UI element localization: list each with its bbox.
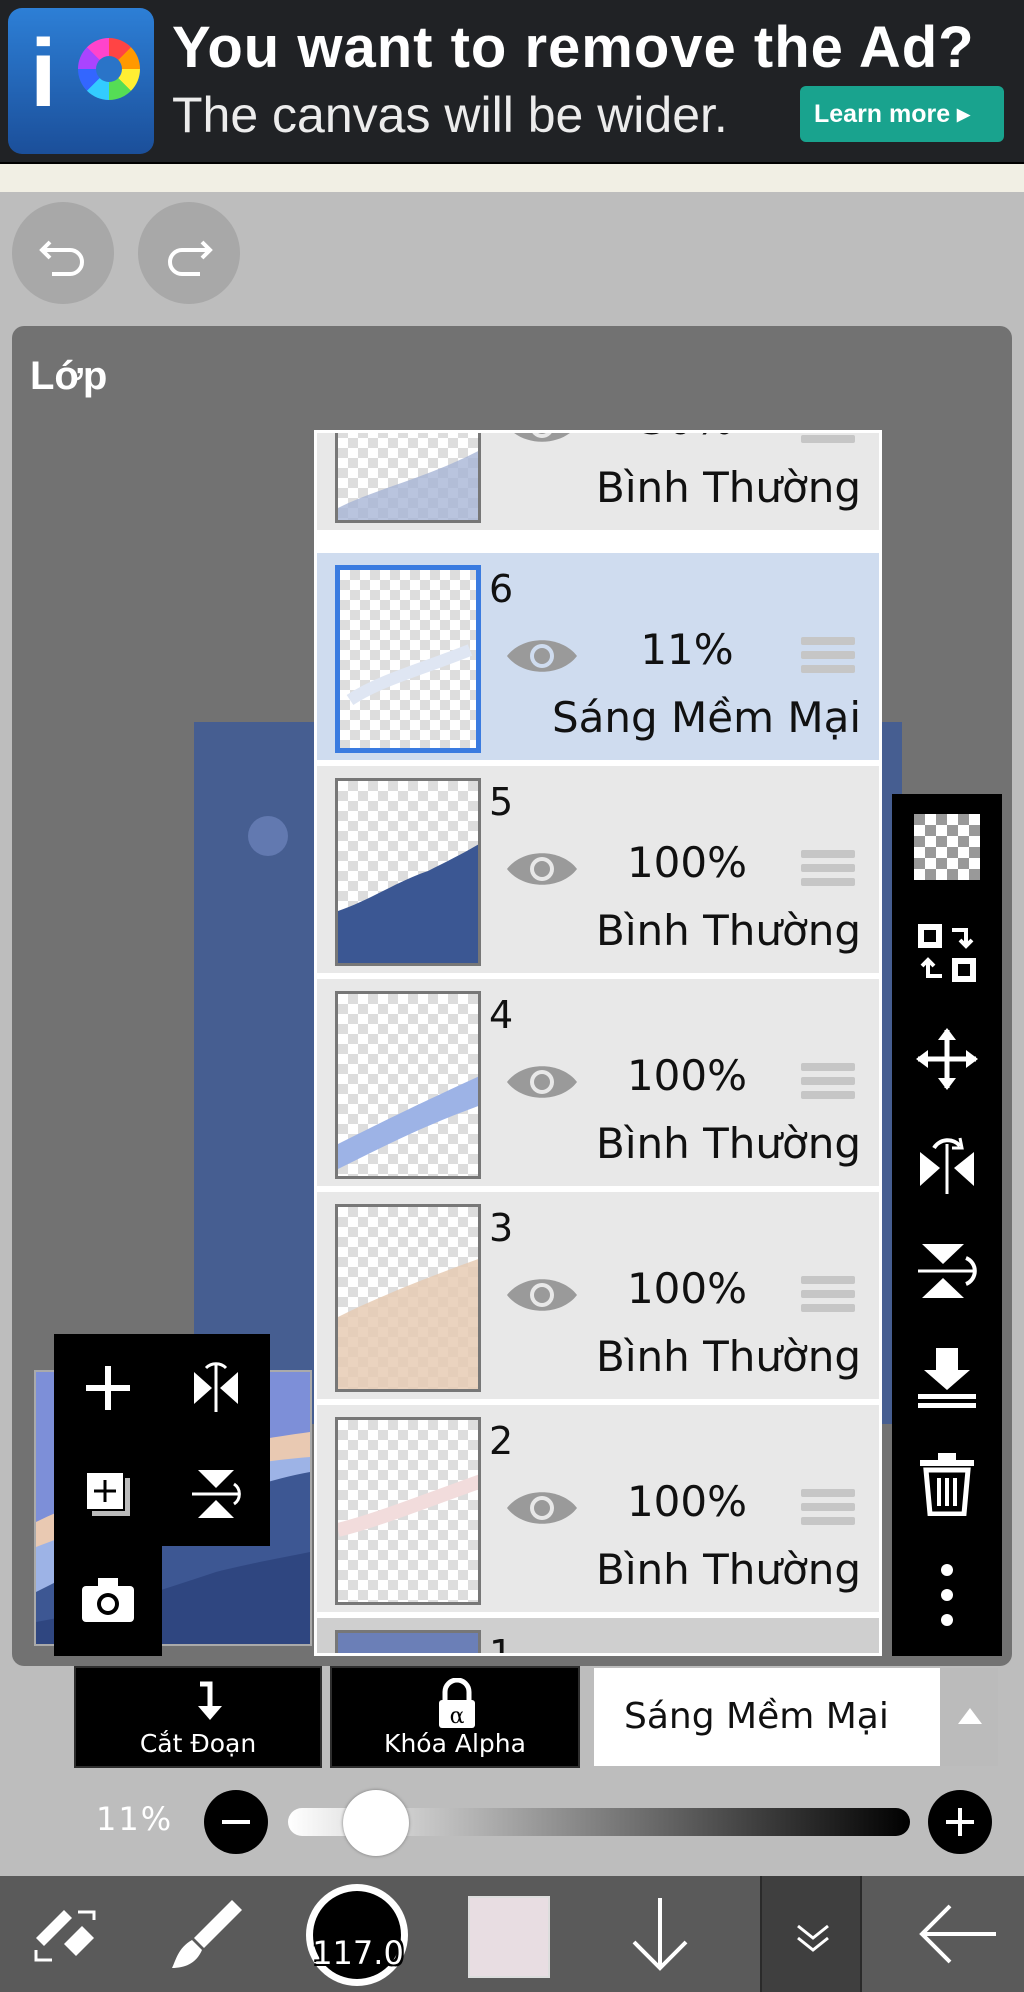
double-chevron-down-icon (797, 1924, 829, 1952)
layer-thumbnail (335, 1630, 481, 1653)
transform-icon[interactable] (914, 920, 980, 986)
layer-blend-mode: Bình Thường (596, 1332, 861, 1381)
alpha-lock-icon: α (439, 1678, 475, 1729)
clipping-label: Cắt Đoạn (139, 1729, 257, 1758)
checkerboard-icon[interactable] (914, 814, 980, 880)
color-swatch[interactable] (468, 1896, 550, 1978)
flip-vertical-icon[interactable] (186, 1464, 246, 1524)
add-copy-icon[interactable] (78, 1464, 138, 1524)
layer-action-toolbar (892, 794, 1002, 1656)
opacity-value: 11% (96, 1800, 174, 1838)
flip-horizontal-icon[interactable] (186, 1358, 246, 1418)
layer-row[interactable]: 30% Bình Thường (317, 430, 879, 533)
minus-icon (222, 1820, 250, 1824)
expand-button[interactable] (760, 1876, 862, 1992)
visibility-eye-icon[interactable] (505, 1485, 579, 1531)
visibility-eye-icon[interactable] (505, 1272, 579, 1318)
layer-row[interactable]: 2 100% Bình Thường (317, 1405, 879, 1615)
visibility-eye-icon[interactable] (505, 430, 579, 449)
camera-tool (54, 1546, 162, 1656)
layer-row[interactable]: 1 (317, 1618, 879, 1656)
camera-icon[interactable] (78, 1570, 138, 1630)
layer-thumbnail (335, 991, 481, 1179)
merge-down-icon[interactable] (914, 1344, 980, 1410)
opacity-slider-handle[interactable] (343, 1790, 410, 1856)
svg-text:α: α (450, 1704, 465, 1729)
layer-number: 1 (489, 1632, 514, 1656)
layer-opacity: 100% (626, 1264, 748, 1313)
drag-handle-icon[interactable] (801, 1276, 855, 1320)
layer-number: 4 (489, 993, 514, 1037)
chevron-up-icon[interactable] (940, 1668, 998, 1766)
visibility-eye-icon[interactable] (505, 1059, 579, 1105)
ad-title: You want to remove the Ad? (172, 15, 975, 80)
ad-divider (0, 162, 1024, 192)
visibility-eye-icon[interactable] (505, 846, 579, 892)
decrease-opacity-button[interactable] (204, 1790, 268, 1854)
layer-number: 5 (489, 780, 514, 824)
layer-number: 2 (489, 1419, 514, 1463)
layer-row[interactable]: 4 100% Bình Thường (317, 979, 879, 1189)
move-icon[interactable] (914, 1026, 980, 1092)
layer-thumbnail (335, 1204, 481, 1392)
layer-row[interactable]: 5 100% Bình Thường (317, 766, 879, 976)
ad-banner[interactable]: i You want to remove the Ad? The canvas … (0, 0, 1024, 162)
blend-mode-select[interactable]: Sáng Mềm Mại (594, 1668, 940, 1766)
undo-button[interactable] (12, 202, 114, 304)
trash-icon[interactable] (914, 1450, 980, 1516)
ad-subtitle: The canvas will be wider. (172, 87, 728, 143)
more-vertical-icon[interactable] (914, 1562, 980, 1628)
layer-opacity: 100% (626, 838, 748, 887)
arrow-down-icon[interactable] (620, 1876, 700, 1992)
layer-thumbnail (335, 778, 481, 966)
redo-button[interactable] (138, 202, 240, 304)
learn-more-label: Learn more (814, 100, 951, 128)
panel-title: Lớp (30, 354, 108, 398)
layer-blend-mode: Bình Thường (596, 463, 861, 512)
increase-opacity-button[interactable] (928, 1790, 992, 1854)
layer-blend-mode: Sáng Mềm Mại (551, 693, 861, 742)
brush-icon[interactable] (162, 1876, 252, 1992)
ibispaint-logo: i (8, 8, 154, 154)
layer-opacity: 11% (640, 625, 734, 674)
layer-blend-mode: Bình Thường (596, 906, 861, 955)
tool-switch-icon[interactable] (24, 1876, 104, 1992)
undo-icon (39, 240, 84, 276)
layer-blend-mode: Bình Thường (596, 1545, 861, 1594)
layer-number: 3 (489, 1206, 514, 1250)
drag-handle-icon[interactable] (801, 1063, 855, 1107)
layer-opacity: 100% (626, 1051, 748, 1100)
alpha-lock-button[interactable]: α Khóa Alpha (330, 1666, 580, 1768)
layer-thumbnail (335, 433, 481, 523)
drag-handle-icon[interactable] (801, 637, 855, 681)
alpha-lock-label: Khóa Alpha (384, 1729, 526, 1758)
plus-icon[interactable] (78, 1358, 138, 1418)
layer-thumbnail (335, 1417, 481, 1605)
layer-number: 6 (489, 567, 514, 611)
layer-opacity: 30% (607, 433, 767, 444)
layer-tools (54, 1334, 270, 1546)
canvas-moon (248, 816, 288, 856)
back-arrow-icon[interactable] (912, 1876, 1002, 1992)
redo-icon (168, 240, 213, 276)
learn-more-button[interactable]: Learn more ▸ (800, 86, 1004, 142)
drag-handle-icon[interactable] (801, 433, 855, 451)
flip-vertical-icon[interactable] (914, 1238, 980, 1304)
layer-blend-mode: Bình Thường (596, 1119, 861, 1168)
layer-row[interactable]: 3 100% Bình Thường (317, 1192, 879, 1402)
layer-row[interactable]: 6 11% Sáng Mềm Mại (317, 553, 879, 763)
visibility-eye-icon[interactable] (505, 633, 579, 679)
drag-handle-icon[interactable] (801, 850, 855, 894)
layer-list[interactable]: 30% Bình Thường 6 11% Sáng Mềm Mại 5 100… (314, 430, 882, 1656)
layer-opacity: 100% (626, 1477, 748, 1526)
brush-size-value: 117.0 (312, 1934, 404, 1972)
clipping-button[interactable]: Cắt Đoạn (74, 1666, 322, 1768)
clipping-icon (198, 1681, 222, 1720)
layer-thumbnail (335, 565, 481, 753)
flip-horizontal-icon[interactable] (914, 1132, 980, 1198)
drag-handle-icon[interactable] (801, 1489, 855, 1533)
plus-icon (946, 1808, 974, 1836)
